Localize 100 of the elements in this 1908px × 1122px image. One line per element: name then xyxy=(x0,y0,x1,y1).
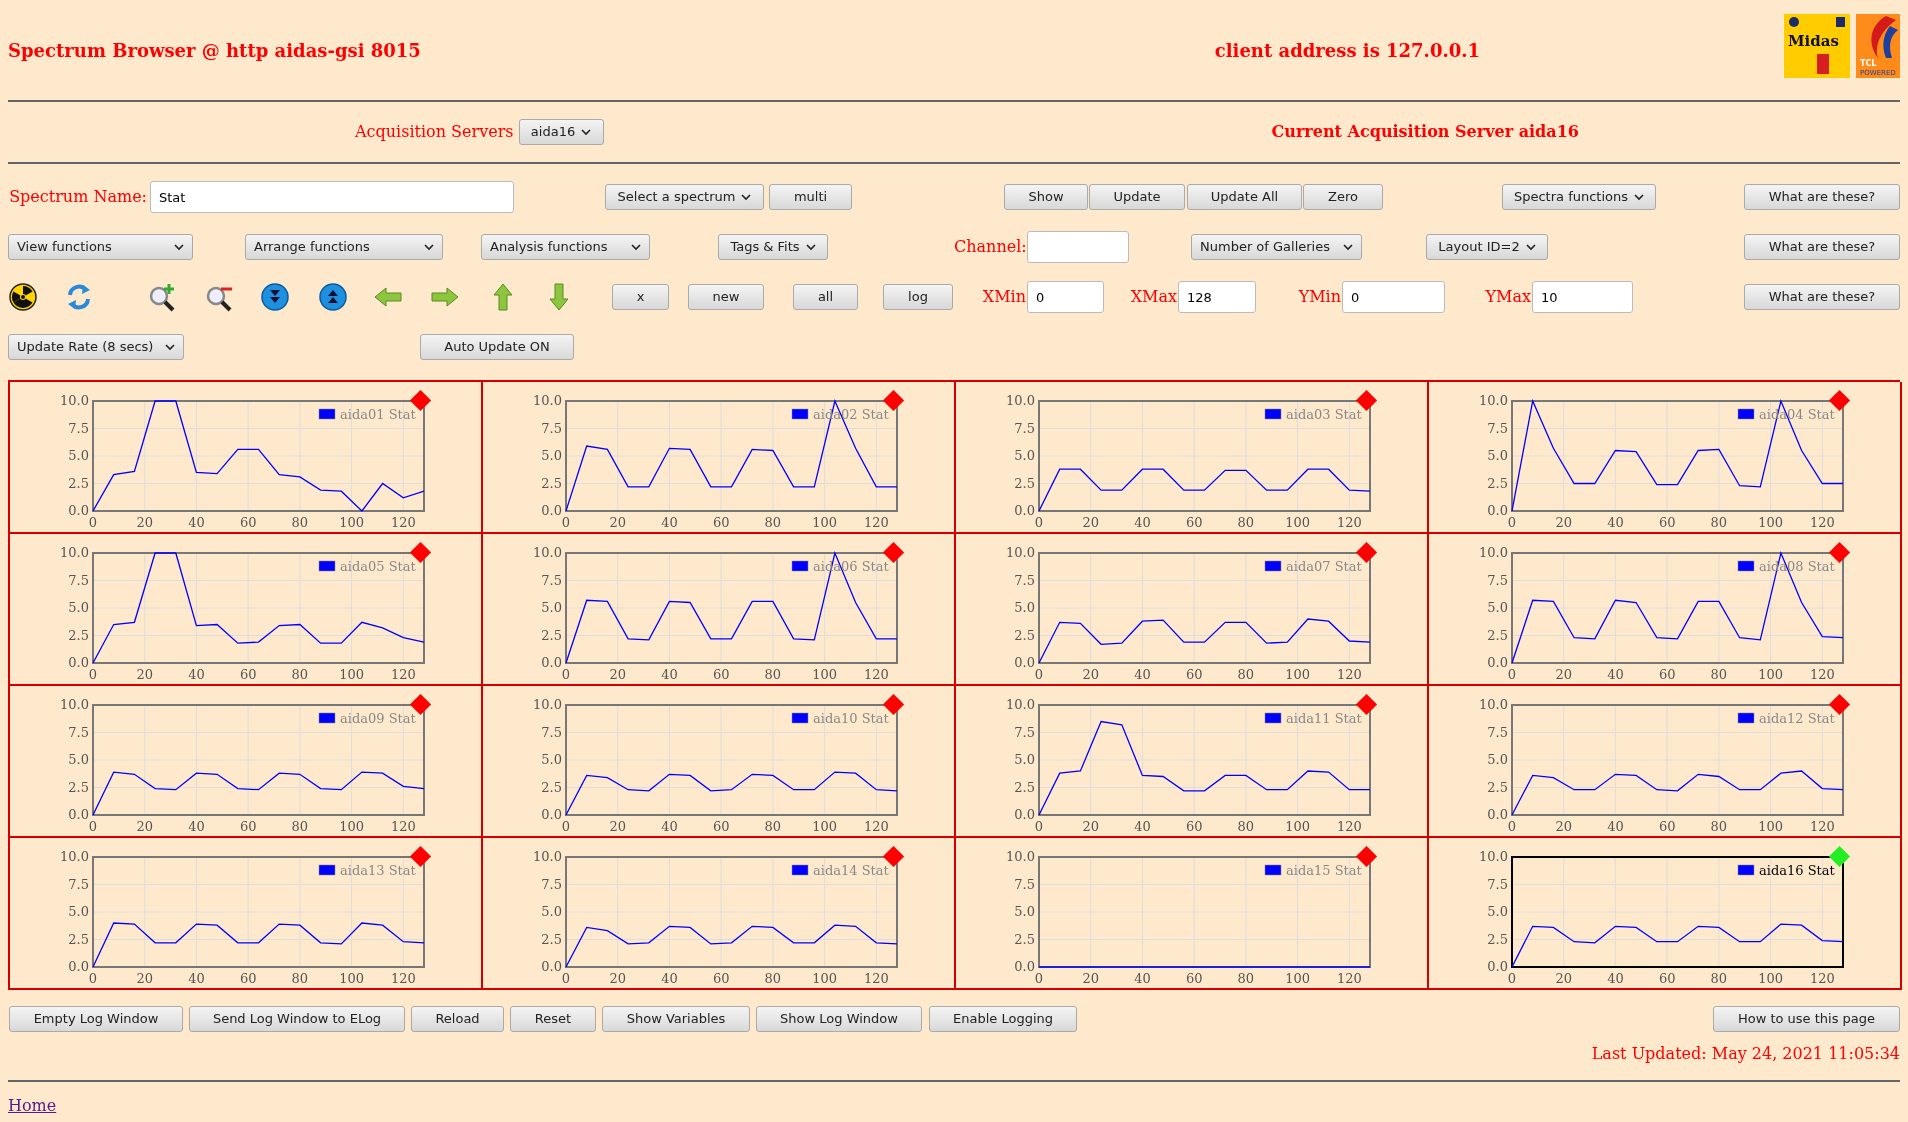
legend-label: aida15 Stat xyxy=(1286,863,1362,878)
help-button[interactable]: How to use this page xyxy=(1713,1006,1900,1032)
button[interactable]: Auto Update ON xyxy=(420,334,574,360)
axis-tick-label: 80 xyxy=(291,667,309,682)
axis-tick-label: 0.0 xyxy=(1014,655,1035,670)
axis-tick-label: 2.5 xyxy=(1487,475,1508,491)
axis-tick-label: 10.0 xyxy=(533,545,562,560)
axis-tick-label: 7.5 xyxy=(68,420,89,436)
axis-tick-label: 60 xyxy=(1185,971,1203,986)
input-field[interactable]: 0 xyxy=(1027,281,1104,313)
axis-tick-label: 20 xyxy=(609,971,626,986)
axis-tick-label: 20 xyxy=(136,971,153,986)
button[interactable]: Update All xyxy=(1187,184,1302,210)
axis-tick-label: 5.0 xyxy=(541,448,562,463)
axis-tick-label: 100 xyxy=(1285,819,1310,834)
button[interactable]: multi xyxy=(769,184,852,210)
axis-tick-label: 0 xyxy=(1034,515,1044,530)
axis-tick-label: 7.5 xyxy=(541,572,562,588)
button[interactable]: x xyxy=(612,284,669,310)
button[interactable]: log xyxy=(883,284,953,310)
legend-label: aida11 Stat xyxy=(1286,711,1362,726)
input-field[interactable]: 0 xyxy=(1342,281,1445,313)
axis-tick-label: 120 xyxy=(1336,515,1362,530)
dropdown[interactable]: Tags & Fits xyxy=(718,234,828,260)
button[interactable]: Reset xyxy=(510,1006,596,1032)
input-field[interactable]: 128 xyxy=(1178,281,1256,313)
axis-tick-label: 10.0 xyxy=(60,697,89,712)
axis-tick-label: 7.5 xyxy=(68,876,89,892)
dropdown[interactable]: View functions xyxy=(8,234,193,260)
button[interactable]: all xyxy=(793,284,858,310)
axis-tick-label: 120 xyxy=(1336,819,1362,834)
axis-tick-label: 7.5 xyxy=(541,724,562,740)
legend-label: aida10 Stat xyxy=(813,711,889,726)
axis-tick-label: 40 xyxy=(1607,971,1624,986)
button[interactable]: Reload xyxy=(411,1006,504,1032)
axis-tick-label: 80 xyxy=(1237,819,1255,834)
axis-tick-label: 5.0 xyxy=(1014,904,1035,919)
button[interactable]: What are these? xyxy=(1744,184,1900,210)
axis-tick-label: 80 xyxy=(1237,515,1255,530)
axis-tick-label: 0.0 xyxy=(1487,655,1508,670)
axis-tick-label: 120 xyxy=(863,515,889,530)
axis-tick-label: 10.0 xyxy=(533,393,562,408)
dropdown[interactable]: Arrange functions xyxy=(245,234,443,260)
axis-tick-label: 2.5 xyxy=(541,475,562,491)
button[interactable]: Show xyxy=(1004,184,1088,210)
axis-tick-label: 120 xyxy=(1809,667,1835,682)
axis-tick-label: 120 xyxy=(863,819,889,834)
axis-tick-label: 7.5 xyxy=(1014,420,1035,436)
axis-tick-label: 40 xyxy=(661,819,678,834)
axis-tick-label: 60 xyxy=(239,667,257,682)
button[interactable]: What are these? xyxy=(1744,234,1900,260)
input-field[interactable]: 10 xyxy=(1532,281,1633,313)
legend-label: aida09 Stat xyxy=(340,711,416,726)
servers-label: Acquisition Servers xyxy=(355,121,514,143)
axis-tick-label: 0.0 xyxy=(541,503,562,518)
axis-tick-label: 0.0 xyxy=(1487,959,1508,974)
axis-tick-label: 2.5 xyxy=(541,931,562,947)
dropdown[interactable]: Layout ID=2 xyxy=(1426,234,1548,260)
axis-tick-label: 10.0 xyxy=(1479,545,1508,560)
axis-tick-label: 0.0 xyxy=(68,807,89,822)
axis-tick-label: 120 xyxy=(390,515,416,530)
dropdown[interactable]: Number of Galleries xyxy=(1191,234,1362,260)
dropdown[interactable]: Select a spectrum xyxy=(605,184,764,210)
axis-tick-label: 10.0 xyxy=(60,545,89,560)
dropdown[interactable]: Spectra functions xyxy=(1502,184,1656,210)
axis-tick-label: 20 xyxy=(1082,667,1099,682)
legend-label: aida16 Stat xyxy=(1759,863,1835,878)
server-dropdown[interactable]: aida16 xyxy=(518,119,604,145)
button[interactable]: Show Variables xyxy=(602,1006,750,1032)
axis-tick-label: 40 xyxy=(1134,667,1151,682)
axis-tick-label: 5.0 xyxy=(1014,448,1035,463)
button[interactable]: Show Log Window xyxy=(756,1006,922,1032)
axis-tick-label: 0 xyxy=(1507,819,1517,834)
button[interactable]: Update xyxy=(1089,184,1185,210)
client-address: client address is 127.0.0.1 xyxy=(1214,38,1480,63)
axis-tick-label: 80 xyxy=(764,515,782,530)
axis-tick-label: 2.5 xyxy=(541,779,562,795)
home-link[interactable]: Home xyxy=(8,1096,57,1115)
button[interactable]: What are these? xyxy=(1744,284,1900,310)
axis-tick-label: 20 xyxy=(1555,667,1572,682)
axis-tick-label: 100 xyxy=(812,667,837,682)
legend-label: aida12 Stat xyxy=(1759,711,1835,726)
axis-tick-label: 0.0 xyxy=(541,959,562,974)
axis-tick-label: 120 xyxy=(863,971,889,986)
field-label: Spectrum Name: xyxy=(8,186,148,208)
axis-tick-label: 60 xyxy=(1658,819,1676,834)
field-label: YMin xyxy=(1297,286,1342,308)
axis-tick-label: 100 xyxy=(812,515,837,530)
button[interactable]: Zero xyxy=(1303,184,1383,210)
axis-tick-label: 40 xyxy=(188,819,205,834)
axis-tick-label: 10.0 xyxy=(1006,545,1035,560)
dropdown[interactable]: Update Rate (8 secs) xyxy=(8,334,184,360)
button[interactable]: new xyxy=(688,284,764,310)
axis-tick-label: 80 xyxy=(1710,515,1728,530)
axis-tick-label: 10.0 xyxy=(1006,849,1035,864)
dropdown[interactable]: Analysis functions xyxy=(481,234,650,260)
input-field[interactable]: Stat xyxy=(150,181,514,213)
button[interactable]: Enable Logging xyxy=(929,1006,1077,1032)
button[interactable]: Empty Log Window xyxy=(9,1006,183,1032)
button[interactable]: Send Log Window to ELog xyxy=(189,1006,405,1032)
